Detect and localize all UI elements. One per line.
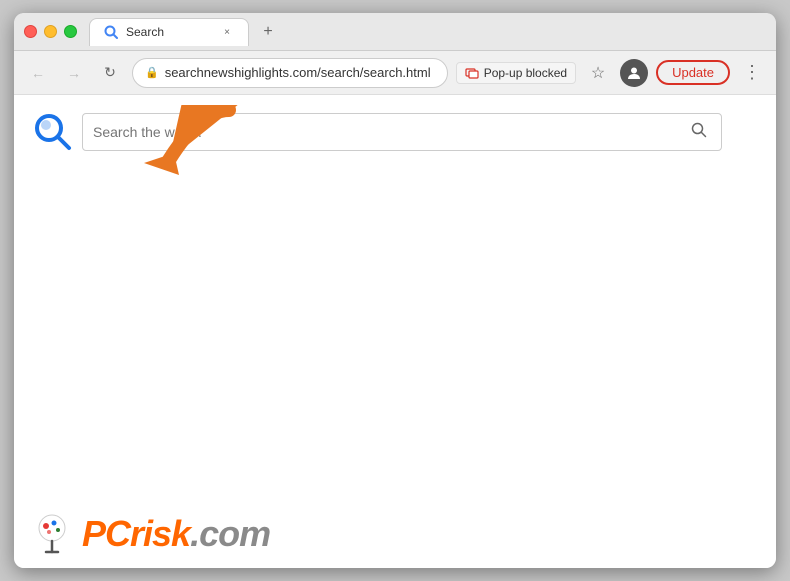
bookmark-button[interactable]: ☆ — [584, 59, 612, 87]
menu-button[interactable]: ⋮ — [738, 59, 766, 87]
watermark-pc: PC — [82, 513, 130, 554]
address-text: searchnewshighlights.com/search/search.h… — [165, 65, 435, 80]
reload-button[interactable]: ↻ — [96, 59, 124, 87]
forward-button[interactable]: → — [60, 59, 88, 87]
page-content: PCrisk.com — [14, 95, 776, 568]
watermark-text: PCrisk.com — [82, 513, 270, 555]
watermark: PCrisk.com — [30, 512, 270, 556]
search-logo — [34, 113, 72, 151]
tab-label: Search — [126, 25, 164, 39]
tab-close-button[interactable]: × — [220, 25, 234, 39]
nav-bar: ← → ↻ 🔒 searchnewshighlights.com/search/… — [14, 51, 776, 95]
search-submit-icon — [691, 122, 707, 138]
browser-tab[interactable]: Search × — [89, 18, 249, 46]
popup-blocked-label: Pop-up blocked — [484, 66, 567, 80]
maximize-traffic-light[interactable] — [64, 25, 77, 38]
watermark-risk: risk — [130, 513, 190, 554]
popup-blocked-indicator[interactable]: Pop-up blocked — [456, 62, 576, 84]
watermark-logo-icon — [30, 512, 74, 556]
minimize-traffic-light[interactable] — [44, 25, 57, 38]
annotation-arrow — [114, 105, 244, 175]
tab-favicon — [104, 25, 118, 39]
title-bar: Search × + — [14, 13, 776, 51]
popup-blocked-icon — [465, 66, 479, 80]
address-bar[interactable]: 🔒 searchnewshighlights.com/search/search… — [132, 58, 448, 88]
lock-icon: 🔒 — [145, 66, 159, 79]
arrow-annotation — [114, 105, 244, 170]
browser-window: Search × + ← → ↻ 🔒 searchnewshighlights.… — [14, 13, 776, 568]
new-tab-button[interactable]: + — [255, 19, 281, 45]
back-button[interactable]: ← — [24, 59, 52, 87]
watermark-com: .com — [190, 513, 270, 554]
account-button[interactable] — [620, 59, 648, 87]
search-submit-button[interactable] — [687, 118, 711, 147]
close-traffic-light[interactable] — [24, 25, 37, 38]
tab-bar: Search × + — [89, 18, 766, 46]
traffic-lights — [24, 25, 77, 38]
update-button[interactable]: Update — [656, 60, 730, 85]
account-icon — [626, 65, 642, 81]
